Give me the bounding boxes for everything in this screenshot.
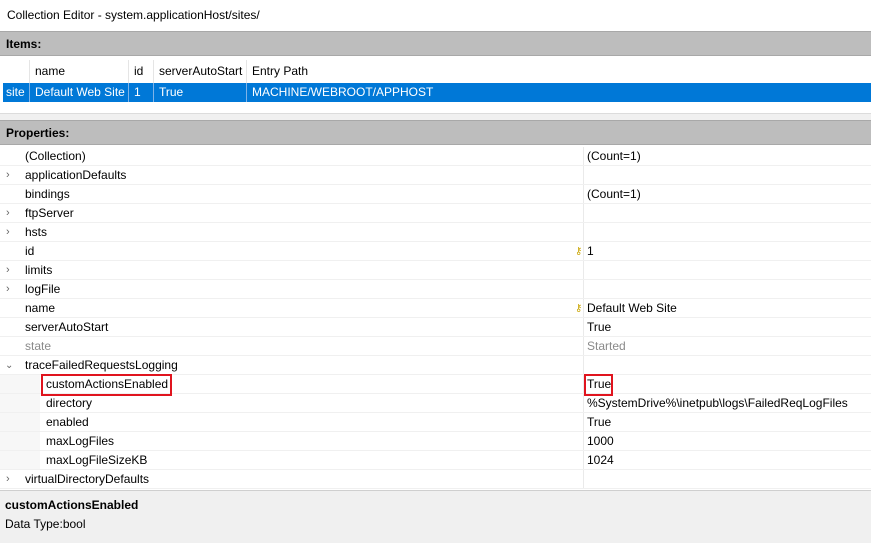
property-row-enabled[interactable]: enabled True: [0, 413, 871, 432]
column-header-name[interactable]: name: [30, 60, 129, 83]
property-name: bindings: [25, 187, 70, 201]
property-name: (Collection): [25, 149, 86, 163]
property-value: Default Web Site: [587, 301, 677, 315]
row-name: Default Web Site: [30, 83, 129, 102]
property-name: traceFailedRequestsLogging: [25, 358, 178, 372]
property-row-limits[interactable]: › limits: [0, 261, 871, 280]
property-name: applicationDefaults: [25, 168, 127, 182]
property-value: (Count=1): [587, 187, 641, 201]
property-value: 1: [587, 244, 594, 258]
property-row-bindings[interactable]: bindings (Count=1): [0, 185, 871, 204]
property-name: limits: [25, 263, 53, 277]
row-serverautostart: True: [154, 83, 247, 102]
property-row-tracefailedrequestslogging[interactable]: ⌄ traceFailedRequestsLogging: [0, 356, 871, 375]
key-icon: ⚷: [575, 303, 583, 314]
column-header-id[interactable]: id: [129, 60, 154, 83]
highlight-box-value: [584, 374, 613, 396]
items-column-header: name id serverAutoStart Entry Path: [0, 60, 871, 83]
property-row-serverautostart[interactable]: serverAutoStart True: [0, 318, 871, 337]
description-title: customActionsEnabled: [5, 498, 139, 512]
chevron-right-icon[interactable]: ›: [6, 204, 10, 223]
property-row-applicationdefaults[interactable]: › applicationDefaults: [0, 166, 871, 185]
row-id: 1: [129, 83, 154, 102]
property-name: hsts: [25, 225, 48, 239]
property-name: name: [25, 301, 56, 315]
column-header-serverautostart[interactable]: serverAutoStart: [154, 60, 247, 83]
property-value[interactable]: True: [587, 413, 611, 432]
property-row-maxlogfiles[interactable]: maxLogFiles 1000: [0, 432, 871, 451]
property-row-id[interactable]: id ⚷ 1: [0, 242, 871, 261]
properties-header-label: Properties:: [6, 126, 70, 140]
property-name: maxLogFiles: [46, 434, 115, 448]
chevron-right-icon[interactable]: ›: [6, 470, 10, 489]
property-row-collection[interactable]: (Collection) (Count=1): [0, 147, 871, 166]
property-value[interactable]: 1000: [587, 432, 614, 451]
chevron-right-icon[interactable]: ›: [6, 223, 10, 242]
property-name: state: [25, 339, 52, 353]
property-name: logFile: [25, 282, 61, 296]
property-name: maxLogFileSizeKB: [46, 453, 148, 467]
window-titlebar: Collection Editor - system.applicationHo…: [0, 0, 871, 32]
property-value: Started: [587, 339, 626, 353]
table-row[interactable]: site Default Web Site 1 True MACHINE/WEB…: [3, 83, 871, 102]
property-row-maxlogfilesizekb[interactable]: maxLogFileSizeKB 1024: [0, 451, 871, 470]
property-row-virtualdirectorydefaults[interactable]: › virtualDirectoryDefaults: [0, 470, 871, 489]
description-panel: customActionsEnabled Data Type:bool: [0, 490, 871, 543]
row-type: site: [3, 83, 30, 102]
property-value: (Count=1): [587, 149, 641, 163]
property-value[interactable]: 1024: [587, 451, 614, 470]
description-text: Data Type:bool: [5, 517, 86, 531]
column-header-type: [3, 60, 30, 83]
splitter[interactable]: [0, 113, 871, 120]
property-name: virtualDirectoryDefaults: [25, 472, 150, 486]
property-value[interactable]: %SystemDrive%\inetpub\logs\FailedReqLogF…: [587, 394, 848, 413]
chevron-right-icon[interactable]: ›: [6, 261, 10, 280]
property-row-name[interactable]: name ⚷ Default Web Site: [0, 299, 871, 318]
property-name: serverAutoStart: [25, 320, 109, 334]
items-grid: name id serverAutoStart Entry Path site …: [0, 60, 871, 108]
row-entry-path: MACHINE/WEBROOT/APPHOST: [252, 85, 434, 99]
chevron-right-icon[interactable]: ›: [6, 280, 10, 299]
property-grid: (Collection) (Count=1) › applicationDefa…: [0, 147, 871, 490]
chevron-down-icon[interactable]: ⌄: [5, 356, 13, 375]
property-row-state[interactable]: state Started: [0, 337, 871, 356]
properties-section-header: Properties:: [0, 120, 871, 145]
highlight-box-name: [41, 374, 172, 396]
window-title: Collection Editor - system.applicationHo…: [7, 8, 260, 22]
property-row-logfile[interactable]: › logFile: [0, 280, 871, 299]
property-value: True: [587, 320, 612, 334]
property-name: directory: [46, 396, 93, 410]
property-row-directory[interactable]: directory %SystemDrive%\inetpub\logs\Fai…: [0, 394, 871, 413]
chevron-right-icon[interactable]: ›: [6, 166, 10, 185]
property-name: ftpServer: [25, 206, 74, 220]
items-header-label: Items:: [6, 37, 42, 51]
property-row-ftpserver[interactable]: › ftpServer: [0, 204, 871, 223]
items-section-header: Items:: [0, 31, 871, 56]
column-header-entry-path[interactable]: Entry Path: [247, 60, 447, 83]
property-name: id: [25, 244, 35, 258]
property-name: enabled: [46, 415, 89, 429]
property-row-hsts[interactable]: › hsts: [0, 223, 871, 242]
key-icon: ⚷: [575, 246, 583, 257]
